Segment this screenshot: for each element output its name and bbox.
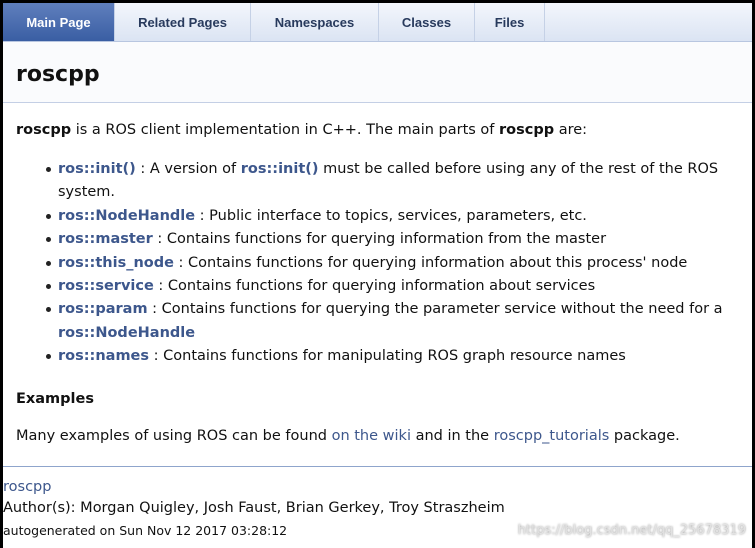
tab-namespaces[interactable]: Namespaces [251, 3, 379, 41]
tab-classes[interactable]: Classes [379, 3, 475, 41]
tab-main-page[interactable]: Main Page [3, 3, 115, 41]
link-ros-this-node[interactable]: ros::this_node [58, 255, 174, 271]
list-item-names: ros::names : Contains functions for mani… [16, 345, 746, 368]
list-item-master: ros::master : Contains functions for que… [16, 228, 746, 251]
intro-paragraph: roscpp is a ROS client implementation in… [16, 120, 746, 140]
tab-files[interactable]: Files [475, 3, 545, 41]
examples-text-1: Many examples of using ROS can be found [16, 427, 332, 444]
main-content: roscpp is a ROS client implementation in… [16, 120, 746, 446]
item-text: : Contains functions for querying the pa… [147, 301, 723, 318]
watermark: https://blog.csdn.net/qq_25678319 [517, 523, 746, 538]
examples-heading: Examples [16, 390, 94, 407]
footer: roscpp Author(s): Morgan Quigley, Josh F… [3, 477, 505, 543]
list-item-param: ros::param : Contains functions for quer… [16, 298, 746, 345]
item-text: : Contains functions for querying inform… [153, 278, 596, 295]
link-ros-names[interactable]: ros::names [58, 348, 149, 364]
link-ros-init[interactable]: ros::init() [58, 161, 136, 177]
link-ros-master[interactable]: ros::master [58, 231, 153, 247]
footer-divider [3, 466, 752, 467]
examples-text-2: and in the [410, 427, 494, 444]
examples-text-3: package. [609, 427, 680, 444]
item-text: : Public interface to topics, services, … [195, 207, 587, 224]
link-roscpp-tutorials[interactable]: roscpp_tutorials [494, 428, 610, 444]
intro-text-2: are: [554, 122, 588, 138]
item-text: : Contains functions for querying inform… [173, 254, 688, 271]
intro-bold: roscpp [499, 122, 555, 138]
link-ros-nodehandle-inline[interactable]: ros::NodeHandle [58, 325, 195, 341]
doxygen-page: Main Page Related Pages Namespaces Class… [3, 3, 752, 548]
footer-generated: autogenerated on Sun Nov 12 2017 03:28:1… [3, 523, 288, 538]
tab-related-pages[interactable]: Related Pages [115, 3, 251, 41]
examples-paragraph: Many examples of using ROS can be found … [16, 426, 746, 446]
link-ros-service[interactable]: ros::service [58, 278, 154, 294]
link-ros-init-inline[interactable]: ros::init() [241, 161, 319, 177]
footer-authors: Author(s): Morgan Quigley, Josh Faust, B… [3, 500, 505, 516]
intro-lead: roscpp [16, 122, 72, 138]
item-text: : A version of [135, 161, 241, 177]
list-item-service: ros::service : Contains functions for qu… [16, 275, 746, 298]
page-title: roscpp [16, 62, 100, 87]
item-text: : Contains functions for querying inform… [152, 231, 607, 248]
link-ros-param[interactable]: ros::param [58, 301, 148, 317]
item-text: : Contains functions for manipulating RO… [149, 348, 626, 365]
link-ros-nodehandle[interactable]: ros::NodeHandle [58, 208, 195, 224]
page-header: roscpp [3, 42, 752, 103]
intro-text-1: is a ROS client implementation in C++. T… [71, 122, 500, 138]
list-item-this-node: ros::this_node : Contains functions for … [16, 252, 746, 275]
tab-bar: Main Page Related Pages Namespaces Class… [3, 3, 752, 42]
link-wiki[interactable]: on the wiki [332, 428, 411, 444]
component-list: ros::init() : A version of ros::init() m… [16, 158, 746, 369]
footer-package-link[interactable]: roscpp [3, 477, 505, 497]
list-item-nodehandle: ros::NodeHandle : Public interface to to… [16, 205, 746, 228]
list-item-init: ros::init() : A version of ros::init() m… [16, 158, 746, 205]
